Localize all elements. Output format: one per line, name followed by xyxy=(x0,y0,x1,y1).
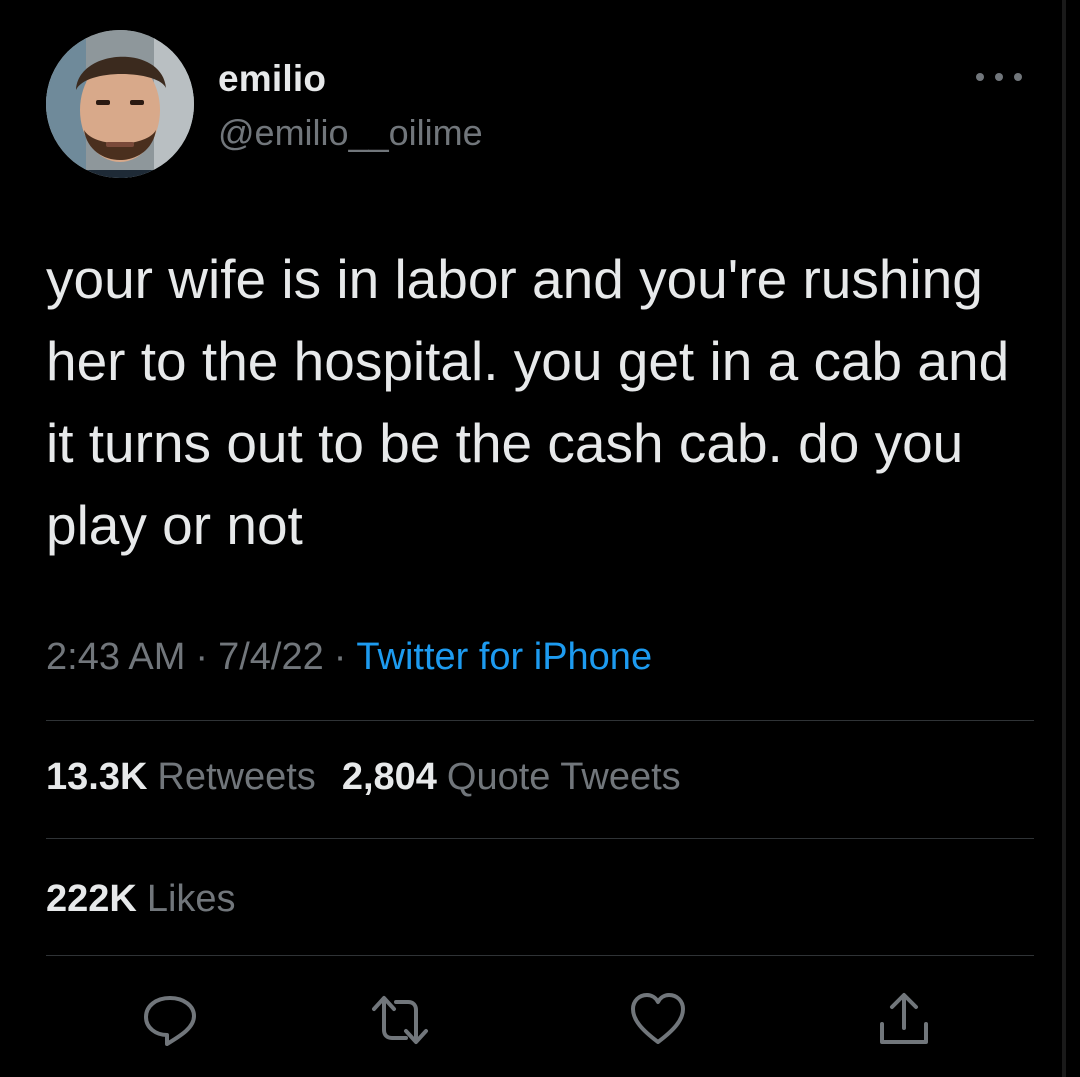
retweets-label: Retweets xyxy=(157,756,316,798)
quotes-stat[interactable]: 2,804 Quote Tweets xyxy=(342,756,681,798)
tweet-header: emilio @emilio__oilime xyxy=(46,30,1036,180)
avatar[interactable] xyxy=(46,30,194,178)
user-name[interactable]: emilio xyxy=(218,58,326,100)
quotes-count: 2,804 xyxy=(341,756,437,798)
tweet-detail: emilio @emilio__oilime your wife is in l… xyxy=(0,0,1080,1077)
retweets-stat[interactable]: 13.3K Retweets xyxy=(46,756,316,798)
quotes-label: Quote Tweets xyxy=(446,756,681,798)
likes-stat[interactable]: 222K Likes xyxy=(46,878,236,920)
avatar-image xyxy=(46,30,194,178)
tweet-text: your wife is in labor and you're rushing… xyxy=(46,248,1010,556)
divider xyxy=(46,838,1034,839)
tweet-meta: 2:43 AM · 7/4/22 · Twitter for iPhone xyxy=(46,636,652,679)
tweet-source-link[interactable]: Twitter for iPhone xyxy=(356,636,652,678)
retweet-button[interactable] xyxy=(370,990,430,1050)
action-bar xyxy=(0,990,1080,1050)
scrollbar-edge xyxy=(1062,0,1066,1077)
reply-icon xyxy=(144,996,196,1046)
tweet-date[interactable]: 7/4/22 xyxy=(218,636,324,678)
heart-icon xyxy=(631,993,685,1044)
retweets-count: 13.3K xyxy=(46,756,148,798)
dot-icon xyxy=(976,73,984,81)
share-button[interactable] xyxy=(874,990,934,1050)
retweet-icon xyxy=(372,996,428,1044)
user-handle[interactable]: @emilio__oilime xyxy=(218,112,483,154)
stats-row-likes: 222K Likes xyxy=(46,878,236,921)
divider xyxy=(46,955,1034,956)
meta-separator: · xyxy=(333,636,347,678)
share-icon xyxy=(880,993,928,1044)
dot-icon xyxy=(995,73,1003,81)
tweet-time[interactable]: 2:43 AM xyxy=(46,636,185,678)
more-options-button[interactable] xyxy=(976,64,1022,90)
likes-count: 222K xyxy=(46,878,137,920)
dot-icon xyxy=(1014,73,1022,81)
likes-label: Likes xyxy=(146,878,236,920)
stats-row-retweets: 13.3K Retweets 2,804 Quote Tweets xyxy=(46,756,681,799)
like-button[interactable] xyxy=(628,990,688,1050)
meta-separator: · xyxy=(195,636,209,678)
reply-button[interactable] xyxy=(140,990,200,1050)
divider xyxy=(46,720,1034,721)
